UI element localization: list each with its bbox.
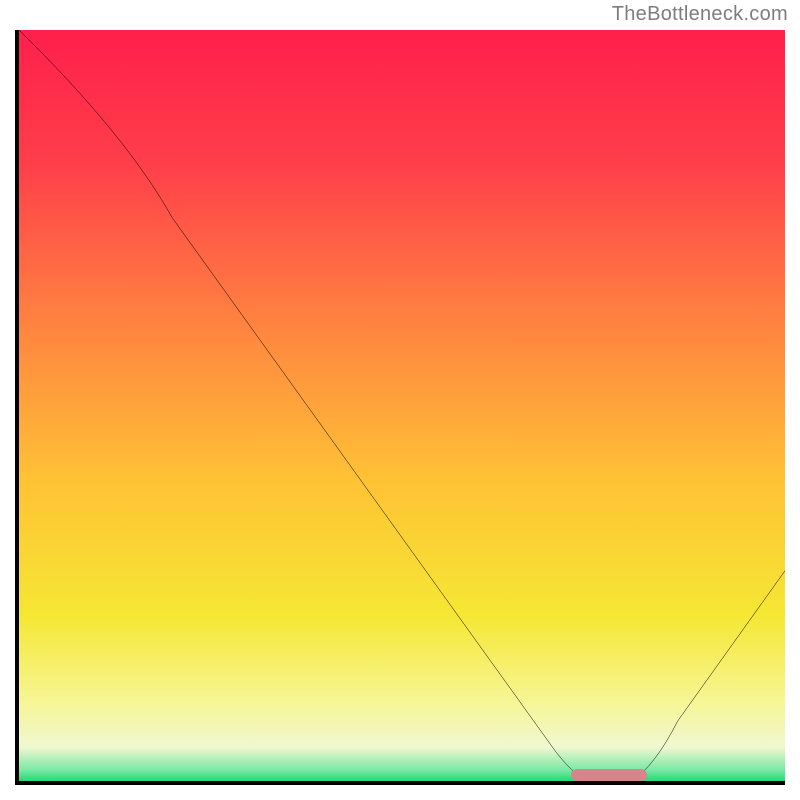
plot-area — [15, 30, 785, 785]
optimal-zone-marker — [571, 769, 648, 781]
chart-frame: TheBottleneck.com — [0, 0, 800, 800]
watermark-text: TheBottleneck.com — [612, 3, 788, 26]
bottleneck-curve — [19, 30, 785, 781]
